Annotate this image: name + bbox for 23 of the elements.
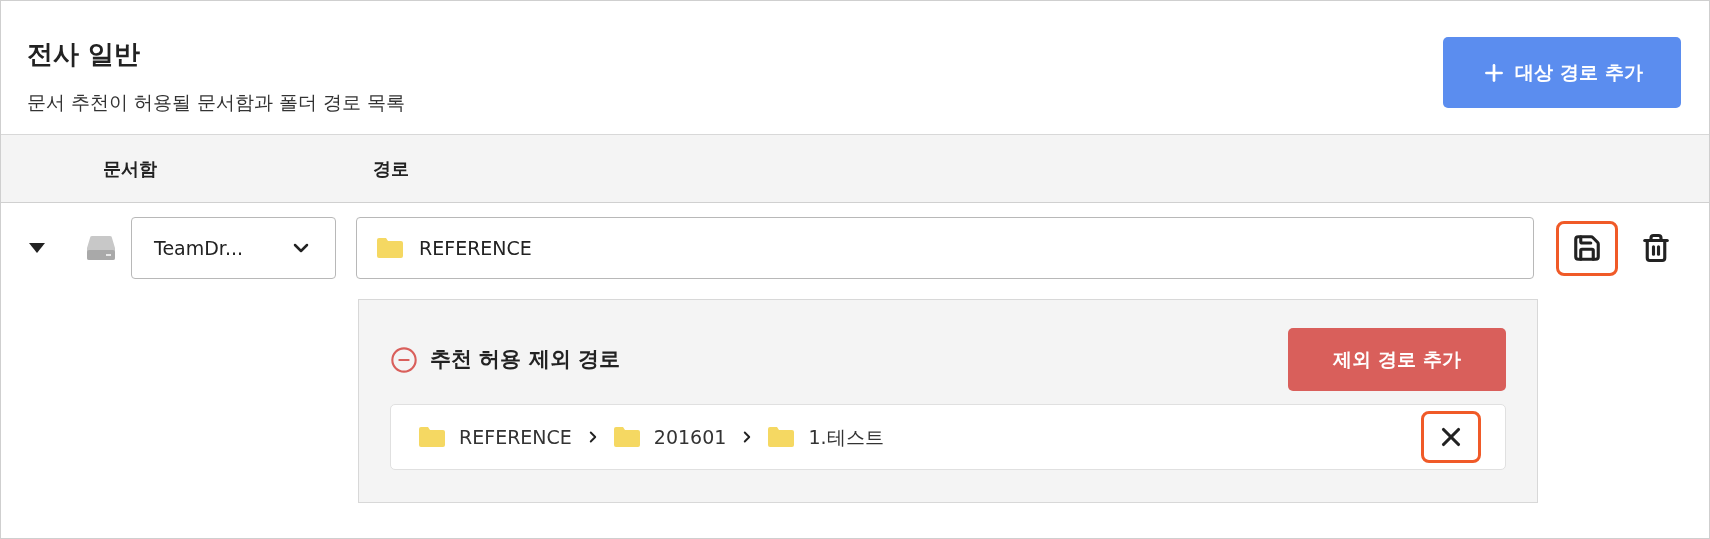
folder-icon: [419, 427, 445, 447]
minus-circle-icon: [390, 345, 418, 374]
folder-icon: [613, 427, 640, 447]
drive-icon: [87, 236, 115, 260]
add-exclusion-button[interactable]: 제외 경로 추가: [1288, 328, 1506, 391]
folder-icon: [768, 427, 795, 447]
exclusion-title: 추천 허용 제외 경로: [430, 345, 620, 373]
path-field[interactable]: REFERENCE: [356, 217, 1534, 279]
path-segment-label: 201601: [653, 424, 727, 450]
path-segment-label: 1.테스트: [808, 424, 884, 450]
column-header: 문서함: [103, 157, 158, 181]
save-button[interactable]: [1556, 220, 1618, 276]
save-icon: [1572, 233, 1602, 263]
remove-button[interactable]: [1421, 411, 1481, 463]
folder-icon: [377, 238, 403, 258]
path-value: REFERENCE: [419, 235, 532, 261]
section-title: 전사 일반: [27, 38, 142, 71]
caret-down-icon: [29, 243, 45, 253]
section-subtitle: 문서 추천이 허용될 문서함과 폴더 경로 목록: [27, 90, 406, 115]
trash-icon: [1641, 233, 1671, 263]
drive-select[interactable]: TeamDr...: [131, 217, 336, 279]
path-segment-label: REFERENCE: [459, 424, 572, 450]
column-header: 경로: [373, 157, 409, 181]
